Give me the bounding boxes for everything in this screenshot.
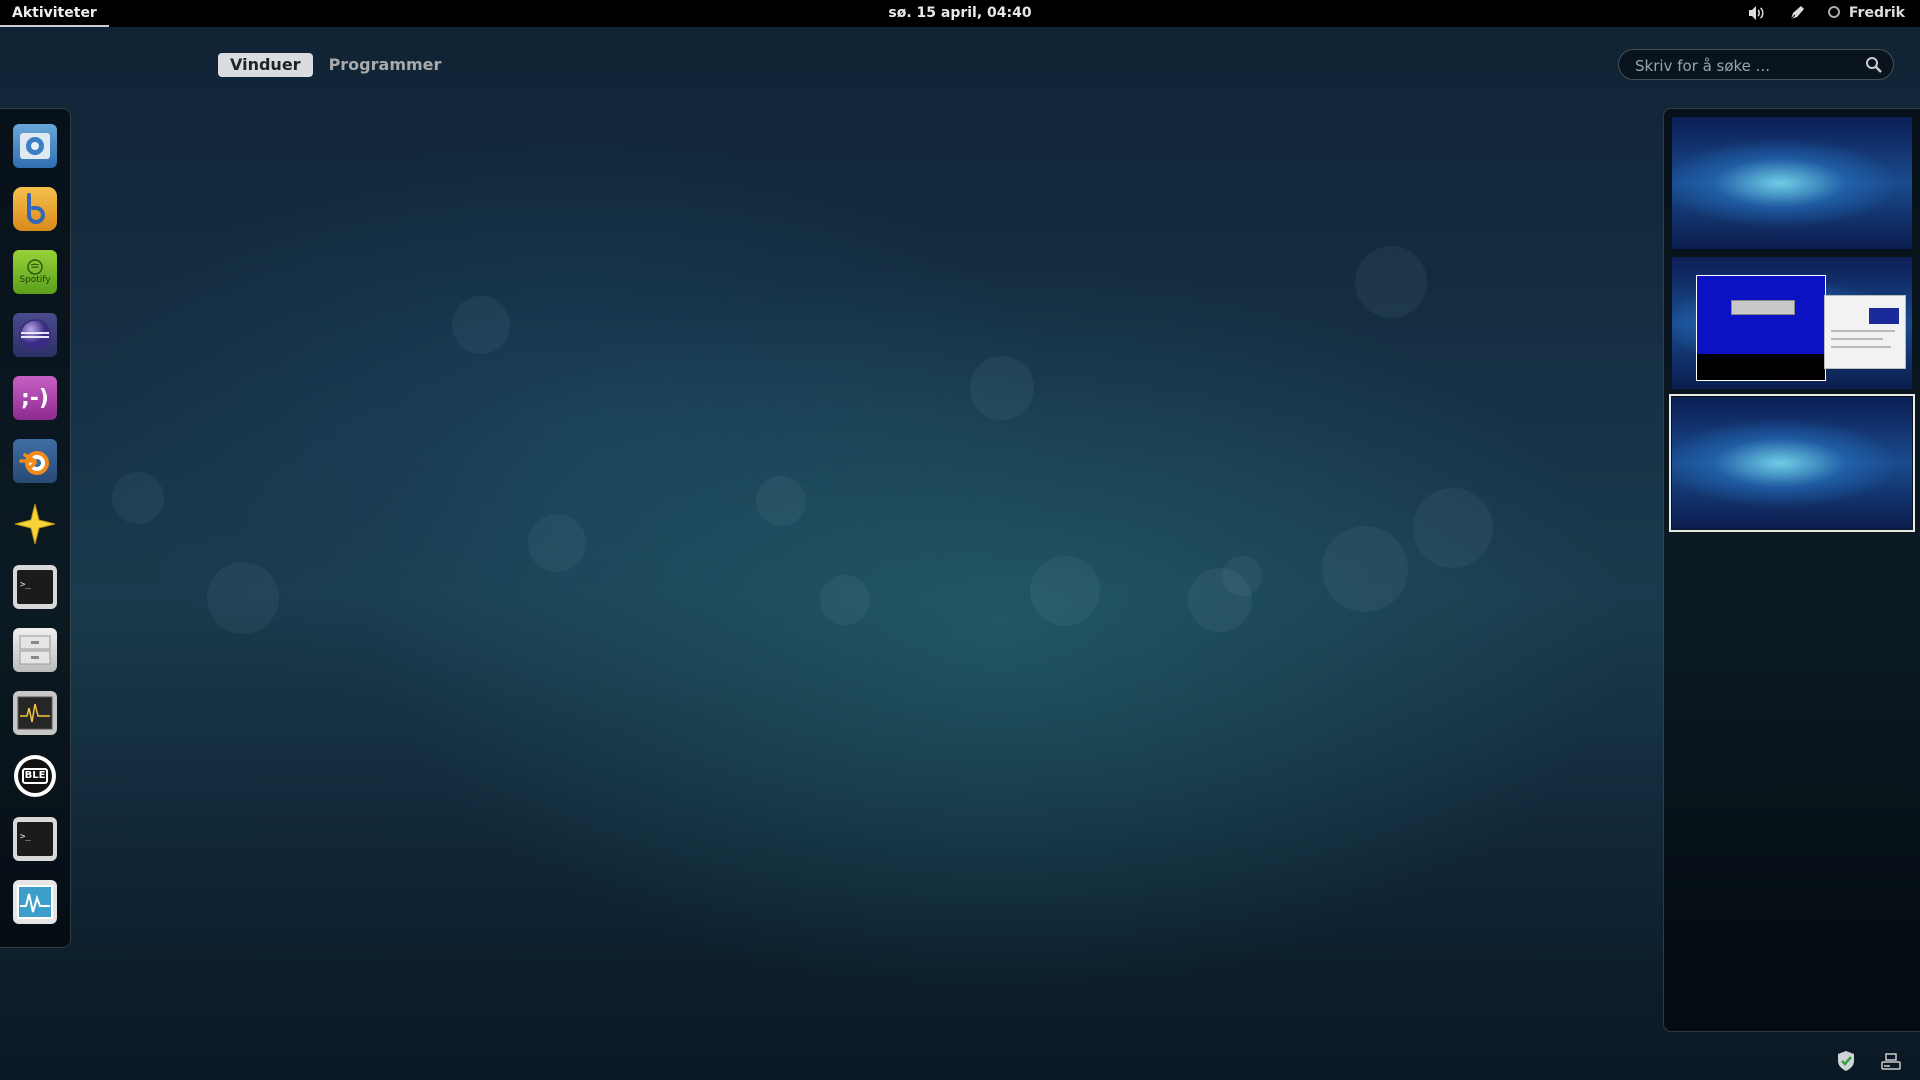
search-box	[1618, 49, 1894, 80]
search-input[interactable]	[1633, 54, 1857, 78]
clock-label[interactable]: sø. 15 april, 04:40	[888, 5, 1031, 21]
uble-icon: BLE	[14, 755, 56, 797]
pen-tool-icon	[1790, 6, 1804, 20]
message-tray	[1836, 1050, 1902, 1072]
system-monitor-icon	[17, 696, 53, 730]
drive-icon[interactable]	[1880, 1050, 1902, 1072]
wallpaper-bokeh	[970, 356, 1034, 420]
workspace-3[interactable]	[1669, 394, 1915, 532]
top-bar: Aktiviteter sø. 15 april, 04:40 Fredrik	[0, 0, 1920, 27]
wallpaper-bokeh	[528, 514, 586, 572]
tab-applications[interactable]: Programmer	[317, 53, 454, 77]
dash-app-terminal[interactable]: >_	[13, 565, 57, 609]
accessibility-indicator[interactable]	[1788, 4, 1806, 22]
terminal-prompt: >_	[20, 580, 31, 590]
waveform-monitor-icon	[17, 885, 53, 919]
wallpaper-bokeh	[756, 476, 806, 526]
eclipse-icon	[19, 319, 51, 351]
terminal-icon: >_	[17, 822, 53, 856]
wallpaper-bokeh	[1222, 556, 1262, 596]
volume-indicator[interactable]	[1747, 5, 1765, 22]
wallpaper-bokeh	[1413, 488, 1493, 568]
dash-app-system-monitor[interactable]	[13, 691, 57, 735]
dash: Spotify ;-) >_ BLE >_	[0, 108, 71, 948]
uble-label: BLE	[21, 768, 49, 784]
view-selector: Vinduer Programmer	[218, 53, 453, 77]
dash-app-eclipse[interactable]	[13, 313, 57, 357]
dash-app-spotify[interactable]: Spotify	[13, 250, 57, 294]
user-name: Fredrik	[1848, 5, 1905, 21]
terminal-prompt: >_	[20, 832, 31, 842]
wallpaper-bokeh	[1355, 246, 1427, 318]
dash-app-terminal-2[interactable]: >_	[13, 817, 57, 861]
blender-icon	[19, 451, 49, 475]
dash-app-empathy[interactable]: ;-)	[13, 376, 57, 420]
spotify-label: Spotify	[19, 275, 51, 285]
search-icon[interactable]	[1865, 56, 1883, 74]
dash-app-chromium[interactable]	[13, 124, 57, 168]
dash-app-files[interactable]	[13, 628, 57, 672]
file-cabinet-icon	[19, 635, 51, 665]
shield-check-icon[interactable]	[1836, 1050, 1856, 1072]
workspace-1[interactable]	[1672, 117, 1912, 249]
wallpaper-bokeh	[1322, 526, 1408, 612]
wallpaper-bokeh	[112, 472, 164, 524]
terminal-icon: >_	[17, 570, 53, 604]
wallpaper-bokeh	[1030, 556, 1100, 626]
dash-app-blender[interactable]	[13, 439, 57, 483]
banshee-icon	[27, 193, 45, 224]
tab-windows[interactable]: Vinduer	[218, 53, 313, 77]
window-thumbnail-installer[interactable]	[1696, 275, 1826, 381]
dash-app-star[interactable]	[13, 502, 57, 546]
activities-button[interactable]: Aktiviteter	[0, 0, 109, 27]
wallpaper-bokeh	[820, 575, 870, 625]
wallpaper-bokeh	[207, 562, 279, 634]
window-thumbnail-settings[interactable]	[1824, 295, 1906, 369]
workspace-2[interactable]	[1672, 257, 1912, 389]
dash-app-waveform[interactable]	[13, 880, 57, 924]
user-status-icon	[1828, 6, 1840, 18]
empathy-icon: ;-)	[21, 385, 49, 411]
speaker-icon	[1749, 6, 1764, 20]
workspace-switcher	[1663, 108, 1920, 1032]
dash-app-banshee[interactable]	[13, 187, 57, 231]
inkscape-star-icon	[14, 503, 56, 545]
spotify-icon	[27, 259, 43, 275]
dash-app-uble[interactable]: BLE	[13, 754, 57, 798]
clock-menu: sø. 15 april, 04:40	[0, 0, 1920, 27]
user-menu[interactable]: Fredrik	[1828, 0, 1905, 27]
chromium-icon	[20, 133, 50, 159]
wallpaper-bokeh	[452, 296, 510, 354]
wallpaper-bokeh	[1188, 568, 1252, 632]
